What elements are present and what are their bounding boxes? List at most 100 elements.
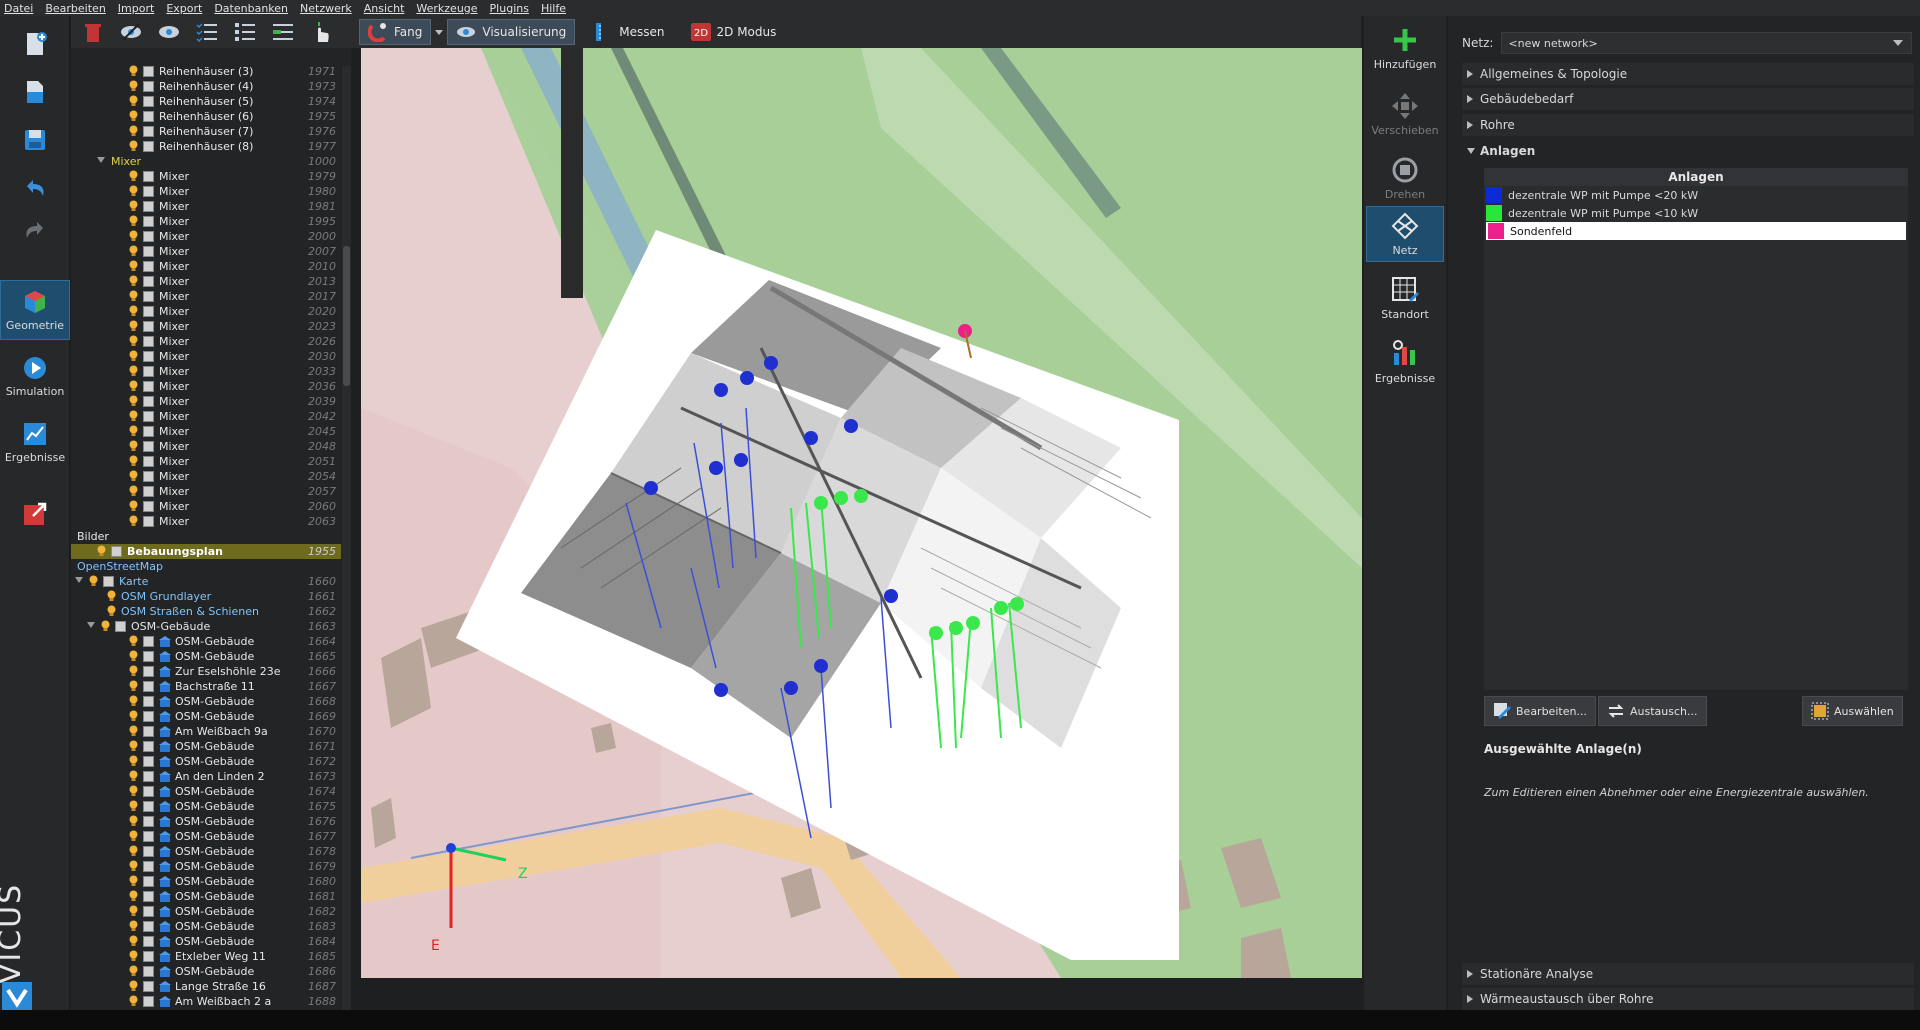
- tree-row[interactable]: An den Linden 2 1673: [71, 769, 341, 784]
- visibility-bulb-icon[interactable]: [129, 380, 138, 392]
- visibility-bulb-icon[interactable]: [129, 905, 138, 917]
- exchange-button[interactable]: Austausch...: [1598, 696, 1707, 726]
- tree-row[interactable]: Am Weißbach 2 a 1688: [71, 994, 341, 1009]
- tree-row[interactable]: Bachstraße 11 1667: [71, 679, 341, 694]
- show-icon[interactable]: [157, 20, 181, 44]
- tree-checkbox[interactable]: [143, 216, 154, 227]
- tree-checkbox[interactable]: [143, 66, 154, 77]
- pointer-hand-icon[interactable]: [309, 20, 333, 44]
- tree-row[interactable]: Bilder: [71, 529, 341, 544]
- visibility-bulb-icon[interactable]: [129, 320, 138, 332]
- tree-row[interactable]: Etxleber Weg 11 1685: [71, 949, 341, 964]
- visibility-bulb-icon[interactable]: [129, 515, 138, 527]
- tree-row[interactable]: Mixer 1000: [71, 154, 341, 169]
- tree-scrollbar[interactable]: [342, 66, 351, 1010]
- tree-checkbox[interactable]: [143, 771, 154, 782]
- visibility-bulb-icon[interactable]: [129, 680, 138, 692]
- tree-checkbox[interactable]: [143, 681, 154, 692]
- tree-checkbox[interactable]: [143, 786, 154, 797]
- tree-row[interactable]: OSM-Gebäude 1665: [71, 649, 341, 664]
- tree-checkbox[interactable]: [143, 276, 154, 287]
- tree-checkbox[interactable]: [143, 966, 154, 977]
- move-button[interactable]: Verschieben: [1366, 86, 1444, 142]
- tree-checkbox[interactable]: [143, 291, 154, 302]
- export-button[interactable]: [0, 490, 70, 538]
- rotate-button[interactable]: Drehen: [1366, 150, 1444, 206]
- tree-row[interactable]: Mixer 1981: [71, 199, 341, 214]
- tree-checkbox[interactable]: [143, 186, 154, 197]
- visibility-bulb-icon[interactable]: [129, 470, 138, 482]
- tree-row[interactable]: Lange Straße 16 1687: [71, 979, 341, 994]
- tree-checkbox[interactable]: [143, 651, 154, 662]
- tree-checkbox[interactable]: [143, 876, 154, 887]
- tree-checkbox[interactable]: [111, 546, 122, 557]
- visibility-bulb-icon[interactable]: [129, 425, 138, 437]
- expand-arrow-icon[interactable]: [87, 621, 95, 629]
- tree-row[interactable]: OSM-Gebäude 1677: [71, 829, 341, 844]
- tree-row[interactable]: Zur Eselshöhle 23e 1666: [71, 664, 341, 679]
- visibility-bulb-icon[interactable]: [129, 140, 138, 152]
- visibility-bulb-icon[interactable]: [129, 485, 138, 497]
- tree-row[interactable]: Mixer 2045: [71, 424, 341, 439]
- visibility-bulb-icon[interactable]: [129, 650, 138, 662]
- visibility-bulb-icon[interactable]: [129, 785, 138, 797]
- menu-werkzeuge[interactable]: Werkzeuge: [416, 2, 477, 15]
- tree-row[interactable]: Mixer 2026: [71, 334, 341, 349]
- menu-datenbanken[interactable]: Datenbanken: [214, 2, 288, 15]
- visibility-bulb-icon[interactable]: [129, 500, 138, 512]
- tree-checkbox[interactable]: [143, 426, 154, 437]
- tree-row[interactable]: OSM-Gebäude 1683: [71, 919, 341, 934]
- visibility-bulb-icon[interactable]: [129, 800, 138, 812]
- tree-row[interactable]: OSM-Gebäude 1672: [71, 754, 341, 769]
- snap-options-dropdown[interactable]: [431, 19, 447, 45]
- tree-checkbox[interactable]: [143, 336, 154, 347]
- tree-row[interactable]: OSM-Gebäude 1682: [71, 904, 341, 919]
- tree-checkbox[interactable]: [143, 171, 154, 182]
- visibility-bulb-icon[interactable]: [107, 590, 116, 602]
- tree-row[interactable]: OSM-Gebäude 1675: [71, 799, 341, 814]
- location-button[interactable]: Standort: [1366, 270, 1444, 326]
- tree-checkbox[interactable]: [143, 306, 154, 317]
- visibility-bulb-icon[interactable]: [129, 350, 138, 362]
- visibility-bulb-icon[interactable]: [129, 755, 138, 767]
- visibility-bulb-icon[interactable]: [129, 980, 138, 992]
- tree-row[interactable]: Bebauungsplan 1955: [71, 544, 341, 559]
- tree-checkbox[interactable]: [115, 621, 126, 632]
- mode-2d-button[interactable]: 2D 2D Modus: [683, 19, 785, 45]
- tree-row[interactable]: OSM-Gebäude 1678: [71, 844, 341, 859]
- tree-checkbox[interactable]: [143, 861, 154, 872]
- visibility-bulb-icon[interactable]: [129, 770, 138, 782]
- tree-checkbox[interactable]: [143, 846, 154, 857]
- tree-row[interactable]: OSM Grundlayer 1661: [71, 589, 341, 604]
- tree-checkbox[interactable]: [143, 906, 154, 917]
- tree-row[interactable]: Mixer 2042: [71, 409, 341, 424]
- menu-datei[interactable]: Datei: [4, 2, 33, 15]
- visibility-bulb-icon[interactable]: [129, 710, 138, 722]
- tree-checkbox[interactable]: [143, 726, 154, 737]
- select-button[interactable]: Auswählen: [1802, 696, 1903, 726]
- expand-arrow-icon[interactable]: [97, 156, 105, 164]
- tree-row[interactable]: Mixer 2036: [71, 379, 341, 394]
- menu-bearbeiten[interactable]: Bearbeiten: [45, 2, 105, 15]
- tree-checkbox[interactable]: [143, 411, 154, 422]
- tree-checkbox[interactable]: [143, 696, 154, 707]
- tree-checkbox[interactable]: [143, 471, 154, 482]
- visibility-bulb-icon[interactable]: [129, 305, 138, 317]
- section-pipes[interactable]: Rohre: [1462, 114, 1914, 136]
- visibility-bulb-icon[interactable]: [101, 620, 110, 632]
- tree-row[interactable]: Reihenhäuser (8) 1977: [71, 139, 341, 154]
- open-file-button[interactable]: [0, 68, 70, 116]
- tree-checkbox[interactable]: [143, 201, 154, 212]
- tree-checkbox[interactable]: [143, 921, 154, 932]
- snap-button[interactable]: Fang: [359, 19, 432, 45]
- tree-row[interactable]: OSM-Gebäude 1664: [71, 634, 341, 649]
- network-results-button[interactable]: Ergebnisse: [1366, 334, 1444, 390]
- menu-export[interactable]: Export: [166, 2, 202, 15]
- visibility-bulb-icon[interactable]: [129, 335, 138, 347]
- visibility-bulb-icon[interactable]: [129, 950, 138, 962]
- anlage-row[interactable]: dezentrale WP mit Pumpe <10 kW: [1484, 204, 1908, 222]
- visibility-bulb-icon[interactable]: [129, 185, 138, 197]
- visibility-bulb-icon[interactable]: [129, 410, 138, 422]
- tree-checkbox[interactable]: [143, 231, 154, 242]
- visibility-bulb-icon[interactable]: [129, 95, 138, 107]
